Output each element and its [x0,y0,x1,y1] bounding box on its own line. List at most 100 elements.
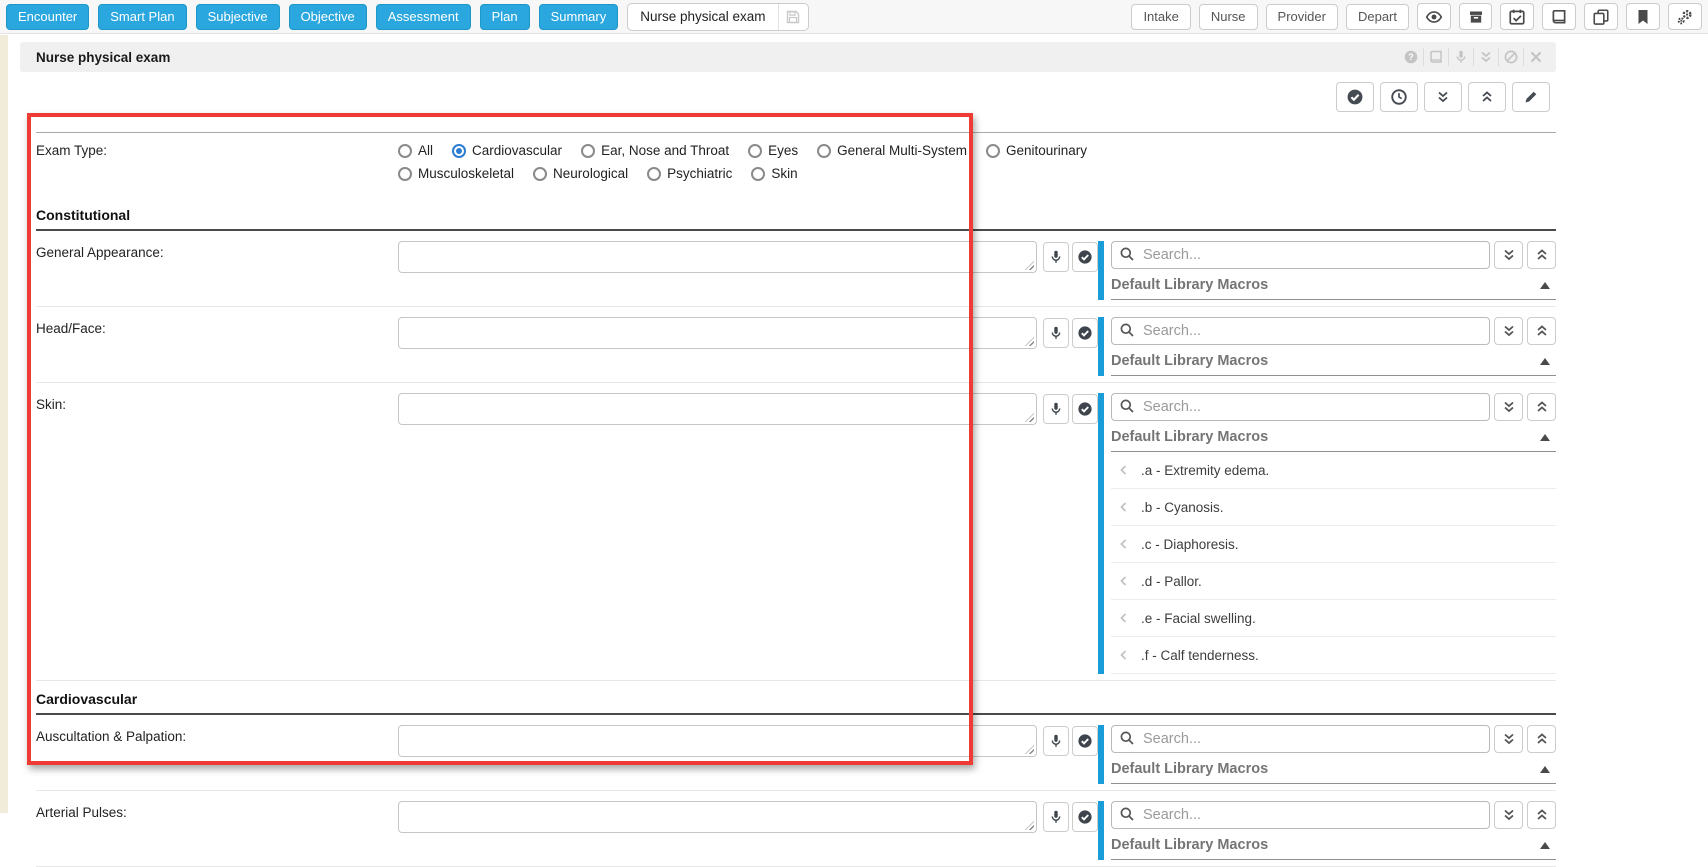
copy-icon[interactable] [1584,3,1618,30]
expand-macros-button[interactable] [1494,725,1523,753]
stage-button-nurse[interactable]: Nurse [1199,4,1258,30]
collapse-caret-icon[interactable] [1540,434,1550,441]
radio-icon[interactable] [748,144,762,158]
radio-icon[interactable] [398,167,412,181]
collapse-macros-button[interactable] [1527,241,1556,269]
nav-button-summary[interactable]: Summary [539,4,619,30]
nav-button-assessment[interactable]: Assessment [376,4,471,30]
radio-psychiatric[interactable]: Psychiatric [647,166,732,181]
macro-item-facial-swelling[interactable]: .e - Facial swelling. [1111,600,1556,637]
collapse-macros-button[interactable] [1527,801,1556,829]
confirm-check-button[interactable] [1072,318,1098,348]
macro-library-header[interactable]: Default Library Macros [1111,275,1556,300]
skin-textarea[interactable] [398,393,1037,425]
macro-library-header[interactable]: Default Library Macros [1111,351,1556,376]
macro-search-input[interactable] [1111,317,1490,345]
archive-icon[interactable] [1459,3,1492,30]
bookmark-icon[interactable] [1626,3,1660,30]
collapse-caret-icon[interactable] [1540,766,1550,773]
dictate-mic-button[interactable] [1043,726,1069,756]
confirm-check-button[interactable] [1072,394,1098,424]
nav-button-objective[interactable]: Objective [289,4,367,30]
radio-eyes[interactable]: Eyes [748,143,798,158]
stage-button-depart[interactable]: Depart [1346,4,1409,30]
radio-genitourinary[interactable]: Genitourinary [986,143,1087,158]
panel-action-buttons [8,82,1556,112]
dictate-mic-button[interactable] [1043,242,1069,272]
radio-ear-nose-throat[interactable]: Ear, Nose and Throat [581,143,729,158]
expand-all-button[interactable] [1424,82,1462,112]
close-icon[interactable] [1523,48,1548,66]
microphone-icon[interactable] [1448,48,1473,66]
nav-button-encounter[interactable]: Encounter [6,4,89,30]
macro-search-input[interactable] [1111,725,1490,753]
radio-icon[interactable] [533,167,547,181]
radio-icon[interactable] [817,144,831,158]
radio-icon[interactable] [986,144,1000,158]
radio-skin[interactable]: Skin [751,166,797,181]
book-icon[interactable] [1542,3,1576,30]
radio-neurological[interactable]: Neurological [533,166,628,181]
collapse-macros-button[interactable] [1527,393,1556,421]
radio-musculoskeletal[interactable]: Musculoskeletal [398,166,514,181]
macro-item-pallor[interactable]: .d - Pallor. [1111,563,1556,600]
macro-item-calf-tenderness[interactable]: .f - Calf tenderness. [1111,637,1556,674]
edit-pencil-button[interactable] [1512,82,1550,112]
field-row-skin: Skin: D [36,383,1556,681]
help-icon[interactable] [1398,48,1423,66]
macro-search-input[interactable] [1111,241,1490,269]
nav-button-subjective[interactable]: Subjective [196,4,280,30]
radio-cardiovascular[interactable]: Cardiovascular [452,143,562,158]
confirm-check-button[interactable] [1072,802,1098,832]
macro-item-diaphoresis[interactable]: .c - Diaphoresis. [1111,526,1556,563]
macro-item-cyanosis[interactable]: .b - Cyanosis. [1111,489,1556,526]
macro-search-input[interactable] [1111,801,1490,829]
confirm-check-button[interactable] [1072,726,1098,756]
radio-all[interactable]: All [398,143,433,158]
dictate-mic-button[interactable] [1043,394,1069,424]
radio-icon[interactable] [398,144,412,158]
head-face-textarea[interactable] [398,317,1037,349]
dictate-mic-button[interactable] [1043,318,1069,348]
dictate-mic-button[interactable] [1043,802,1069,832]
history-clock-button[interactable] [1380,82,1418,112]
radio-icon[interactable] [751,167,765,181]
expand-macros-button[interactable] [1494,317,1523,345]
collapse-all-icon[interactable] [1473,48,1498,66]
expand-macros-button[interactable] [1494,801,1523,829]
expand-macros-button[interactable] [1494,393,1523,421]
complete-check-button[interactable] [1336,82,1374,112]
nav-button-smart-plan[interactable]: Smart Plan [98,4,186,30]
arterial-pulses-textarea[interactable] [398,801,1037,833]
settings-gears-icon[interactable] [1668,3,1702,30]
stage-button-provider[interactable]: Provider [1266,4,1338,30]
radio-general-multi-system[interactable]: General Multi-System [817,143,967,158]
active-form-tab[interactable]: Nurse physical exam [627,3,808,31]
collapse-caret-icon[interactable] [1540,358,1550,365]
book-icon[interactable] [1423,48,1448,66]
stage-button-intake[interactable]: Intake [1131,4,1190,30]
confirm-check-button[interactable] [1072,242,1098,272]
collapse-caret-icon[interactable] [1540,282,1550,289]
macro-library-header[interactable]: Default Library Macros [1111,759,1556,784]
disable-icon[interactable] [1498,48,1523,66]
radio-icon[interactable] [581,144,595,158]
macro-library-header[interactable]: Default Library Macros [1111,427,1556,452]
radio-icon[interactable] [452,144,466,158]
calendar-check-icon[interactable] [1500,3,1534,30]
general-appearance-textarea[interactable] [398,241,1037,273]
expand-macros-button[interactable] [1494,241,1523,269]
eye-icon[interactable] [1417,3,1451,30]
collapse-macros-button[interactable] [1527,317,1556,345]
macro-item-extremity-edema[interactable]: .a - Extremity edema. [1111,452,1556,489]
collapse-macros-button[interactable] [1527,725,1556,753]
exam-type-row: Exam Type: All Cardiovascular Ear, Nose … [36,133,1556,197]
save-icon[interactable] [778,4,808,30]
auscultation-palpation-textarea[interactable] [398,725,1037,757]
nav-button-plan[interactable]: Plan [480,4,530,30]
macro-library-header[interactable]: Default Library Macros [1111,835,1556,860]
collapse-caret-icon[interactable] [1540,842,1550,849]
radio-icon[interactable] [647,167,661,181]
macro-search-input[interactable] [1111,393,1490,421]
collapse-all-button[interactable] [1468,82,1506,112]
